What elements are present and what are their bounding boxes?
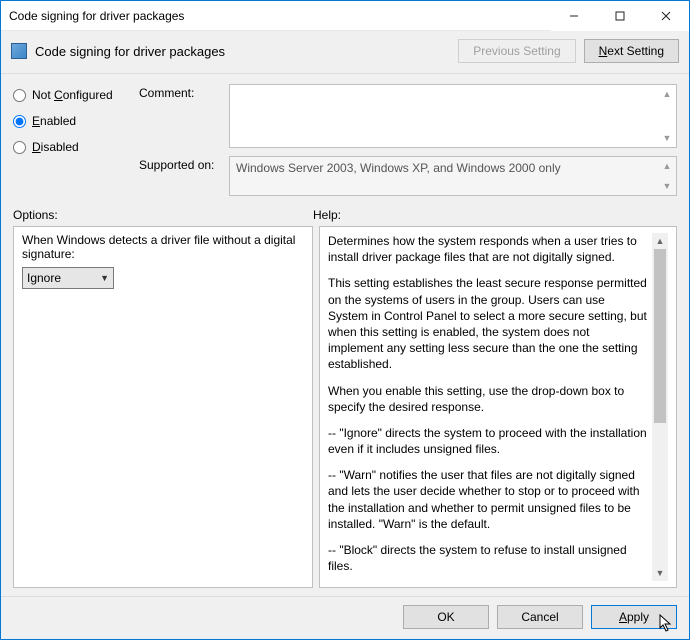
options-prompt: When Windows detects a driver file witho… (22, 233, 304, 261)
supported-on-label: Supported on: (139, 156, 221, 196)
supported-on-value: Windows Server 2003, Windows XP, and Win… (229, 156, 677, 196)
scrollbar-thumb[interactable] (654, 249, 666, 423)
help-text: Determines how the system responds when … (328, 233, 652, 581)
maximize-button[interactable] (597, 1, 643, 31)
titlebar: Code signing for driver packages (1, 1, 689, 31)
scroll-down-icon: ▼ (652, 565, 668, 581)
comment-label: Comment: (139, 84, 221, 148)
ok-button[interactable]: OK (403, 605, 489, 629)
radio-disabled[interactable]: Disabled (13, 140, 123, 154)
chevron-down-icon: ▼ (100, 273, 109, 283)
cursor-icon (658, 614, 674, 634)
options-pane: When Windows detects a driver file witho… (13, 226, 313, 588)
radio-disabled-input[interactable] (13, 141, 26, 154)
window-title: Code signing for driver packages (9, 9, 184, 23)
comment-scrollbar[interactable]: ▲ ▼ (660, 87, 674, 145)
previous-setting-button: Previous Setting (458, 39, 575, 63)
header-strip: Code signing for driver packages Previou… (1, 31, 689, 74)
radio-not-configured[interactable]: Not Configured (13, 88, 123, 102)
radio-enabled-input[interactable] (13, 115, 26, 128)
options-section-label: Options: (13, 208, 313, 222)
scrollbar-track[interactable] (652, 249, 668, 565)
policy-title: Code signing for driver packages (35, 44, 450, 59)
scroll-up-icon: ▲ (660, 87, 674, 101)
cancel-button[interactable]: Cancel (497, 605, 583, 629)
next-setting-button[interactable]: Next Setting (584, 39, 679, 63)
select-value: Ignore (27, 271, 61, 285)
dialog-window: Code signing for driver packages Code si… (0, 0, 690, 640)
policy-icon (11, 43, 27, 59)
help-section-label: Help: (313, 208, 677, 222)
scroll-up-icon: ▲ (652, 233, 668, 249)
radio-not-configured-input[interactable] (13, 89, 26, 102)
signature-response-select[interactable]: Ignore ▼ (22, 267, 114, 289)
dialog-footer: OK Cancel Apply (1, 596, 689, 639)
radio-enabled[interactable]: Enabled (13, 114, 123, 128)
close-button[interactable] (643, 1, 689, 31)
help-pane: Determines how the system responds when … (319, 226, 677, 588)
comment-textarea[interactable]: ▲ ▼ (229, 84, 677, 148)
supported-scrollbar: ▲ ▼ (660, 159, 674, 193)
scroll-down-icon: ▼ (660, 179, 674, 193)
scroll-down-icon: ▼ (660, 131, 674, 145)
state-radio-group: Not Configured Enabled Disabled (13, 84, 123, 196)
help-scrollbar[interactable]: ▲ ▼ (652, 233, 668, 581)
minimize-button[interactable] (551, 1, 597, 31)
scroll-up-icon: ▲ (660, 159, 674, 173)
apply-button[interactable]: Apply (591, 605, 677, 629)
